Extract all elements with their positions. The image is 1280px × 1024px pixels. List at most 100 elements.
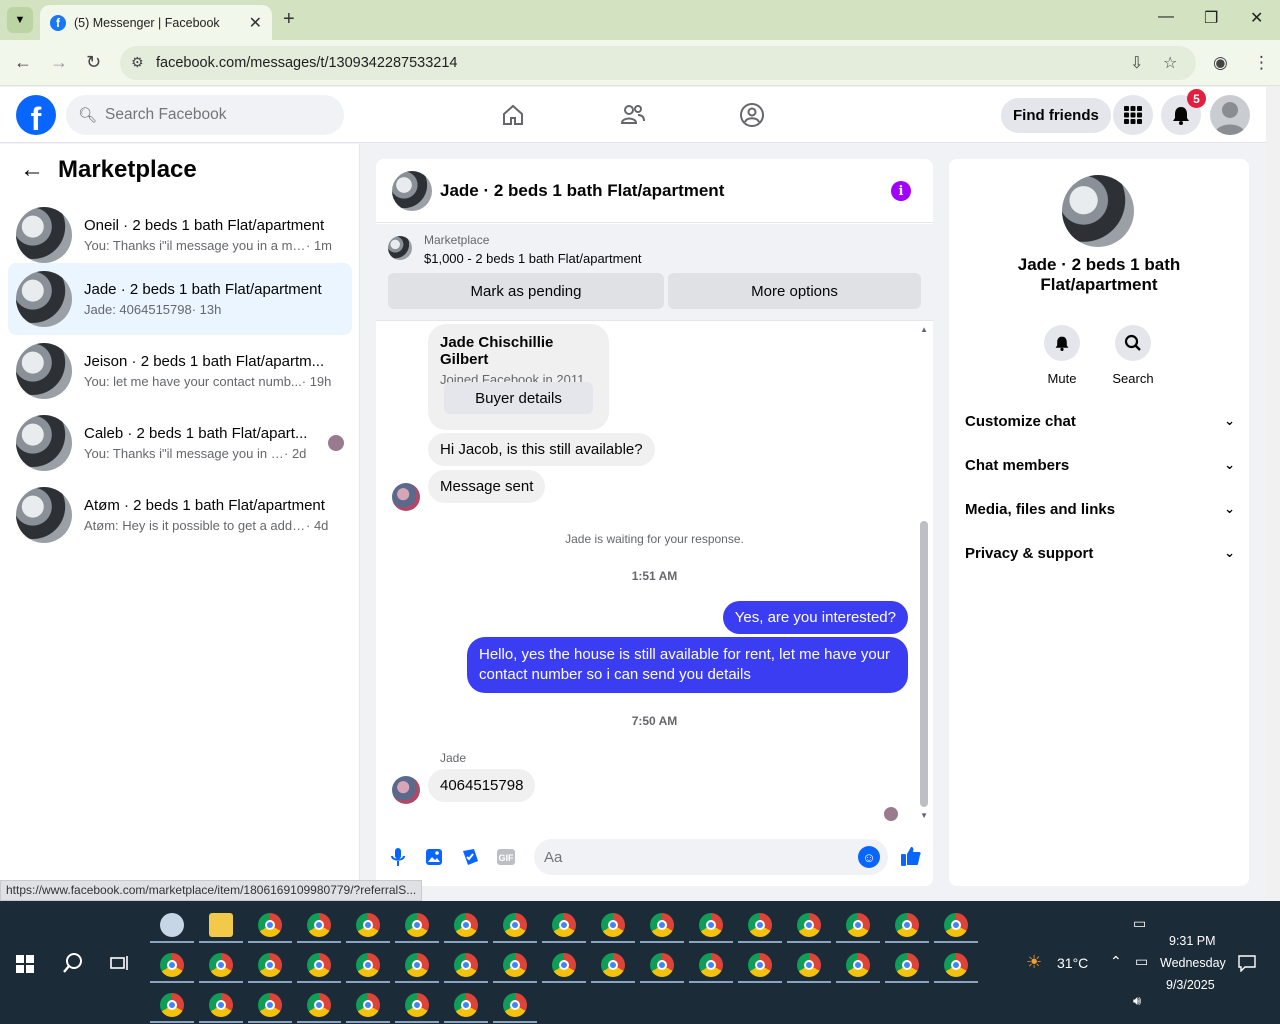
chrome-window-icon[interactable]: [895, 913, 919, 937]
chrome-window-icon[interactable]: [405, 953, 429, 977]
tray-chevron-icon[interactable]: ⌃: [1110, 953, 1122, 970]
task-view-icon[interactable]: [110, 954, 130, 975]
chrome-window-icon[interactable]: [356, 953, 380, 977]
chrome-window-icon[interactable]: [405, 913, 429, 937]
chat-listing-thumbnail[interactable]: [392, 170, 432, 211]
media-files-links-row[interactable]: Media, files and links ⌄: [965, 497, 1235, 521]
sticker-icon[interactable]: [459, 846, 481, 868]
install-app-icon[interactable]: ⇩: [1130, 53, 1143, 73]
sender-avatar[interactable]: [392, 776, 420, 804]
menu-grid-icon[interactable]: [1113, 95, 1153, 135]
conversation-item[interactable]: Atøm · 2 beds 1 bath Flat/apartment Atøm…: [8, 479, 352, 551]
chrome-window-icon[interactable]: [552, 913, 576, 937]
profile-icon[interactable]: ◉: [1213, 53, 1228, 73]
chat-scrollbar-thumb[interactable]: [920, 521, 928, 807]
message-input[interactable]: [544, 848, 844, 866]
tab-search-dropdown[interactable]: ▼: [7, 7, 33, 33]
chrome-window-icon[interactable]: [797, 953, 821, 977]
thumbs-up-icon[interactable]: [900, 845, 922, 867]
chrome-window-icon[interactable]: [307, 993, 331, 1017]
chrome-window-icon[interactable]: [503, 913, 527, 937]
chrome-window-icon[interactable]: [797, 913, 821, 937]
chrome-window-icon[interactable]: [454, 993, 478, 1017]
chat-members-row[interactable]: Chat members ⌄: [965, 453, 1235, 477]
chrome-window-icon[interactable]: [601, 913, 625, 937]
chrome-window-icon[interactable]: [699, 913, 723, 937]
weather-temp[interactable]: 31°C: [1057, 955, 1088, 971]
chrome-window-icon[interactable]: [650, 953, 674, 977]
chrome-window-icon[interactable]: [258, 993, 282, 1017]
new-tab-icon[interactable]: +: [283, 8, 295, 31]
gif-icon[interactable]: GIF: [495, 846, 517, 868]
back-icon[interactable]: ←: [14, 52, 32, 73]
groups-icon[interactable]: [738, 101, 766, 129]
bookmark-star-icon[interactable]: ☆: [1163, 53, 1177, 73]
privacy-support-row[interactable]: Privacy & support ⌄: [965, 541, 1235, 565]
friends-icon[interactable]: [619, 101, 647, 129]
meet-now-icon[interactable]: ▭: [1135, 953, 1148, 970]
chrome-window-icon[interactable]: [356, 913, 380, 937]
restore-icon[interactable]: ❐: [1204, 8, 1218, 28]
emoji-icon[interactable]: ☺: [858, 846, 880, 868]
chrome-window-icon[interactable]: [160, 953, 184, 977]
chrome-window-icon[interactable]: [454, 913, 478, 937]
buyer-details-button[interactable]: Buyer details: [444, 382, 593, 414]
chrome-window-icon[interactable]: [307, 953, 331, 977]
search-input[interactable]: [105, 106, 326, 124]
info-icon[interactable]: i: [891, 181, 911, 201]
chrome-window-icon[interactable]: [405, 993, 429, 1017]
site-info-icon[interactable]: ⚙: [131, 54, 144, 71]
notification-center-icon[interactable]: [1238, 954, 1256, 975]
browser-tab[interactable]: f (5) Messenger | Facebook ✕: [40, 5, 272, 40]
sender-avatar[interactable]: [392, 483, 420, 511]
minimize-icon[interactable]: —: [1158, 8, 1174, 26]
chrome-window-icon[interactable]: [601, 953, 625, 977]
windows-start-icon[interactable]: [16, 955, 34, 976]
listing-price-title[interactable]: $1,000 - 2 beds 1 bath Flat/apartment: [424, 251, 642, 266]
chrome-window-icon[interactable]: [748, 913, 772, 937]
chrome-window-icon[interactable]: [258, 953, 282, 977]
chrome-window-icon[interactable]: [503, 993, 527, 1017]
forward-icon[interactable]: →: [50, 52, 68, 73]
chrome-window-icon[interactable]: [846, 953, 870, 977]
attach-photo-icon[interactable]: [423, 846, 445, 868]
home-icon[interactable]: [499, 101, 527, 129]
conversation-item[interactable]: Caleb · 2 beds 1 bath Flat/apart... You:…: [8, 407, 352, 479]
chrome-menu-icon[interactable]: ⋮: [1253, 53, 1270, 73]
window-close-icon[interactable]: ✕: [1250, 8, 1263, 28]
paint-app-icon[interactable]: [160, 913, 184, 937]
search-action[interactable]: Search: [1103, 325, 1163, 386]
clock-time[interactable]: 9:31 PM: [1169, 934, 1216, 948]
scroll-up-arrow[interactable]: ▲: [920, 325, 928, 334]
chrome-window-icon[interactable]: [552, 953, 576, 977]
chrome-window-icon[interactable]: [944, 913, 968, 937]
chrome-window-icon[interactable]: [356, 993, 380, 1017]
account-avatar[interactable]: [1210, 95, 1250, 135]
chrome-window-icon[interactable]: [944, 953, 968, 977]
chrome-window-icon[interactable]: [503, 953, 527, 977]
more-options-button[interactable]: More options: [668, 273, 921, 309]
taskbar-search-icon[interactable]: [62, 952, 84, 977]
chrome-window-icon[interactable]: [748, 953, 772, 977]
conversation-item-active[interactable]: Jade · 2 beds 1 bath Flat/apartment Jade…: [8, 263, 352, 335]
mark-as-pending-button[interactable]: Mark as pending: [388, 273, 664, 309]
chrome-window-icon[interactable]: [209, 953, 233, 977]
chrome-window-icon[interactable]: [307, 913, 331, 937]
find-friends-button[interactable]: Find friends: [1001, 98, 1111, 133]
chrome-window-icon[interactable]: [699, 953, 723, 977]
listing-large-thumbnail[interactable]: [1062, 175, 1134, 247]
reload-icon[interactable]: ↻: [86, 52, 101, 73]
weather-icon[interactable]: ☀: [1026, 952, 1042, 973]
conversation-item[interactable]: Jeison · 2 beds 1 bath Flat/apartm... Yo…: [8, 335, 352, 407]
close-tab-icon[interactable]: ✕: [249, 13, 262, 33]
conversation-item[interactable]: Oneil · 2 beds 1 bath Flat/apartment You…: [8, 199, 352, 271]
chrome-window-icon[interactable]: [258, 913, 282, 937]
scroll-down-arrow[interactable]: ▼: [920, 811, 928, 820]
omnibox[interactable]: ⚙ facebook.com/messages/t/13093422875332…: [120, 46, 1196, 80]
facebook-search[interactable]: 🔍︎: [66, 95, 344, 135]
clock-date[interactable]: 9/3/2025: [1166, 978, 1215, 992]
chrome-window-icon[interactable]: [846, 913, 870, 937]
microphone-icon[interactable]: [387, 846, 409, 868]
chrome-window-icon[interactable]: [454, 953, 478, 977]
back-arrow-icon[interactable]: ←: [20, 156, 44, 184]
